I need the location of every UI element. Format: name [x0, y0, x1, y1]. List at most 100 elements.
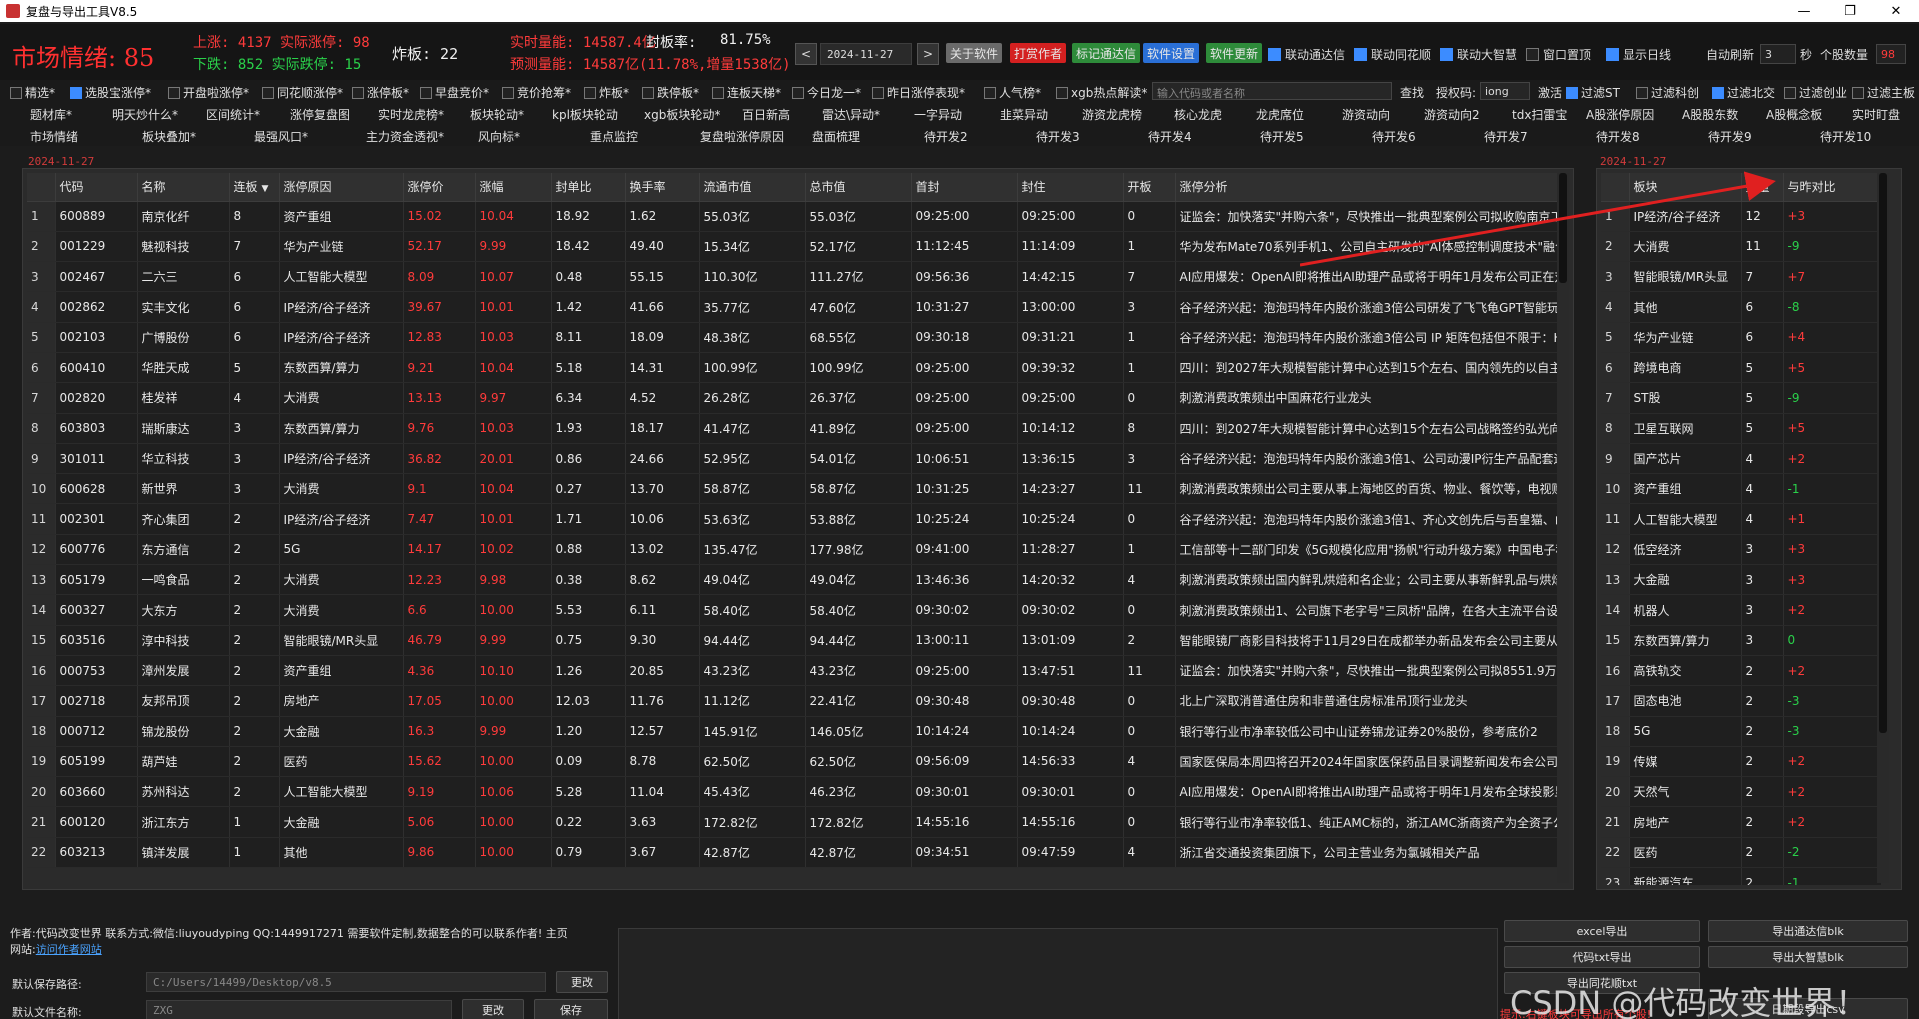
sector-row[interactable]: 14 机器人 3 +2 [1601, 594, 1881, 626]
tool-xgb-hot[interactable]: xgb热点解读* [1056, 84, 1147, 101]
link-tdx-check[interactable]: 联动通达信 [1268, 46, 1345, 63]
tool-kpl-limitup[interactable]: 开盘啦涨停* [168, 84, 249, 101]
table-row[interactable]: 18 000712 锦龙股份 2 大金融 16.3 9.99 1.20 12.57 145.91亿… [27, 716, 1567, 747]
table-row[interactable]: 16 000753 漳州发展 2 资产重组 4.36 10.10 1.26 20.85 43.23… [27, 655, 1567, 687]
toolbar3-item-11[interactable]: 待开发4 [1148, 128, 1192, 145]
sector-row[interactable]: 18 5G 2 -3 [1601, 716, 1881, 747]
table-row[interactable]: 7 002820 桂发祥 4 大消费 13.13 9.97 6.34 4.52 26.28亿 26.… [27, 382, 1567, 414]
refresh-interval-input[interactable]: 3 [1760, 44, 1796, 64]
toolbar3-item-17[interactable]: 待开发10 [1820, 128, 1871, 145]
table-row[interactable]: 12 600776 东方通信 2 5G 14.17 10.02 0.88 13.02 135.47… [27, 534, 1567, 566]
toolbar2-item-22[interactable]: 实时盯盘 [1852, 106, 1900, 123]
toolbar3-item-7[interactable]: 复盘啦涨停原因 [700, 128, 784, 145]
sector-row[interactable]: 17 固态电池 2 -3 [1601, 685, 1881, 717]
table-row[interactable]: 17 002718 友邦吊顶 2 房地产 17.05 10.00 12.03 11.76 11.1… [27, 685, 1567, 717]
sector-row[interactable]: 7 ST股 5 -9 [1601, 382, 1881, 414]
auth-input[interactable]: iong [1480, 82, 1530, 100]
toolbar3-item-15[interactable]: 待开发8 [1596, 128, 1640, 145]
toolbar2-item-8[interactable]: xgb板块轮动* [644, 106, 720, 123]
filter-gem[interactable]: 过滤创业 [1784, 84, 1847, 101]
toolbar2-item-20[interactable]: A股股东数 [1682, 106, 1738, 123]
save-button[interactable]: 保存 [534, 999, 608, 1019]
filter-star[interactable]: 过滤科创 [1636, 84, 1699, 101]
table-row[interactable]: 20 603660 苏州科达 2 人工智能大模型 9.19 10.06 5.28 11.04 45… [27, 776, 1567, 808]
col-open-count[interactable]: 开板 [1123, 173, 1176, 202]
toolbar2-item-18[interactable]: tdx扫雷宝 [1512, 106, 1567, 123]
col-turnover[interactable]: 换手率 [625, 173, 700, 202]
toolbar2-item-11[interactable]: 一字异动 [914, 106, 962, 123]
toolbar3-item-4[interactable]: 主力资金透视* [366, 128, 444, 145]
filter-st[interactable]: 过滤ST [1566, 84, 1620, 101]
dzh-blk-export-button[interactable]: 导出大智慧blk [1708, 946, 1908, 968]
sector-table-scroll-thumb[interactable] [1879, 173, 1887, 733]
tool-yesterday-perf[interactable]: 昨日涨停表现* [872, 84, 965, 101]
table-row[interactable]: 10 600628 新世界 3 大消费 9.1 10.04 0.27 13.70 58.87亿 58… [27, 473, 1567, 505]
col-total-cap[interactable]: 总市值 [805, 173, 912, 202]
table-row[interactable]: 11 002301 齐心集团 2 IP经济/谷子经济 7.47 10.01 1.71 10.06… [27, 503, 1567, 535]
sector-row[interactable]: 15 东数西算/算力 3 0 [1601, 625, 1881, 656]
toolbar2-item-4[interactable]: 涨停复盘图 [290, 106, 350, 123]
sector-row[interactable]: 5 华为产业链 6 +4 [1601, 322, 1881, 353]
toolbar3-item-16[interactable]: 待开发9 [1708, 128, 1752, 145]
next-date-button[interactable]: > [917, 43, 939, 65]
change-name-button[interactable]: 更改 [462, 999, 524, 1019]
stock-count-input[interactable]: 98 [1876, 44, 1906, 64]
toolbar3-item-10[interactable]: 待开发3 [1036, 128, 1080, 145]
about-button[interactable]: 关于软件 [946, 43, 1003, 63]
filter-bse[interactable]: 过滤北交 [1712, 84, 1775, 101]
mark-tdx-button[interactable]: 标记通达信 [1072, 43, 1141, 63]
sector-row[interactable]: 4 其他 6 -8 [1601, 291, 1881, 323]
sector-row[interactable]: 6 跨境电商 5 +5 [1601, 352, 1881, 384]
table-row[interactable]: 4 002862 实丰文化 6 IP经济/谷子经济 39.67 10.01 1.42 41.66… [27, 291, 1567, 323]
toolbar2-item-12[interactable]: 韭菜异动 [1000, 106, 1048, 123]
toolbar2-item-5[interactable]: 实时龙虎榜* [378, 106, 444, 123]
col-seal-ratio[interactable]: 封单比 [551, 173, 626, 202]
table-row[interactable]: 22 603213 镇洋发展 1 其他 9.86 10.00 0.79 3.67 42.87亿 42… [27, 837, 1567, 869]
toolbar2-item-10[interactable]: 雷达\异动* [822, 106, 880, 123]
toolbar3-item-3[interactable]: 最强风口* [254, 128, 308, 145]
toolbar3-item-6[interactable]: 重点监控 [590, 128, 638, 145]
col-float-cap[interactable]: 流通市值 [699, 173, 806, 202]
close-button[interactable]: ✕ [1873, 0, 1919, 22]
show-daily-check[interactable]: 显示日线 [1606, 46, 1671, 63]
table-row[interactable]: 15 603516 淳中科技 2 智能眼镜/MR头显 46.79 9.99 0.75 9.30 9… [27, 625, 1567, 656]
file-name-input[interactable]: ZXG [146, 1000, 452, 1019]
toolbar2-item-14[interactable]: 核心龙虎 [1174, 106, 1222, 123]
toolbar2-item-1[interactable]: 题材库* [30, 106, 72, 123]
toolbar2-item-7[interactable]: kpl板块轮动 [552, 106, 618, 123]
sector-row[interactable]: 19 传媒 2 +2 [1601, 746, 1881, 778]
save-path-input[interactable]: C:/Users/14499/Desktop/v8.5 [146, 972, 546, 992]
toolbar2-item-6[interactable]: 板块轮动* [470, 106, 524, 123]
col-first-seal[interactable]: 首封 [911, 173, 1018, 202]
maximize-button[interactable]: ❐ [1827, 0, 1873, 22]
link-ths-check[interactable]: 联动同花顺 [1354, 46, 1431, 63]
table-row[interactable]: 21 600120 浙江东方 1 大金融 5.06 10.00 0.22 3.63 172.82亿… [27, 806, 1567, 838]
col-limit-price[interactable]: 涨停价 [403, 173, 476, 202]
toolbar2-item-3[interactable]: 区间统计* [206, 106, 260, 123]
col-final-seal[interactable]: 封住 [1017, 173, 1124, 202]
toolbar2-item-9[interactable]: 百日新高 [742, 106, 790, 123]
table-row[interactable]: 6 600410 华胜天成 5 东数西算/算力 9.21 10.04 5.18 14.31 100… [27, 352, 1567, 384]
table-row[interactable]: 5 002103 广博股份 6 IP经济/谷子经济 12.83 10.03 8.11 18.09… [27, 322, 1567, 353]
sector-row[interactable]: 9 国产芯片 4 +2 [1601, 443, 1881, 475]
tool-auction-grab[interactable]: 竞价抢筹* [502, 84, 571, 101]
search-input[interactable]: 输入代码或者名称 [1152, 82, 1392, 100]
settings-button[interactable]: 软件设置 [1143, 43, 1200, 63]
tool-limitdown[interactable]: 跌停板* [642, 84, 699, 101]
tdx-blk-export-button[interactable]: 导出通达信blk [1708, 920, 1908, 942]
toolbar2-item-17[interactable]: 游资动向2 [1424, 106, 1480, 123]
date-input[interactable]: 2024-11-27 [820, 43, 912, 65]
col-change[interactable]: 涨幅 [475, 173, 552, 202]
toolbar2-item-19[interactable]: A股涨停原因 [1586, 106, 1654, 123]
sector-row[interactable]: 13 大金融 3 +3 [1601, 564, 1881, 596]
toolbar3-item-8[interactable]: 盘面梳理 [812, 128, 860, 145]
sector-row[interactable]: 16 高铁轨交 2 +2 [1601, 655, 1881, 687]
search-button[interactable]: 查找 [1400, 84, 1424, 101]
sector-table-scrollbar[interactable] [1877, 173, 1889, 883]
toolbar2-item-15[interactable]: 龙虎席位 [1256, 106, 1304, 123]
col-name[interactable]: 名称 [137, 173, 230, 202]
col-streak[interactable]: 连板 ▼ [229, 173, 280, 202]
table-row[interactable]: 19 605199 葫芦娃 2 医药 15.62 10.00 0.09 8.78 62.50亿 62… [27, 746, 1567, 778]
toolbar3-item-5[interactable]: 风向标* [478, 128, 520, 145]
toolbar2-item-16[interactable]: 游资动向 [1342, 106, 1390, 123]
